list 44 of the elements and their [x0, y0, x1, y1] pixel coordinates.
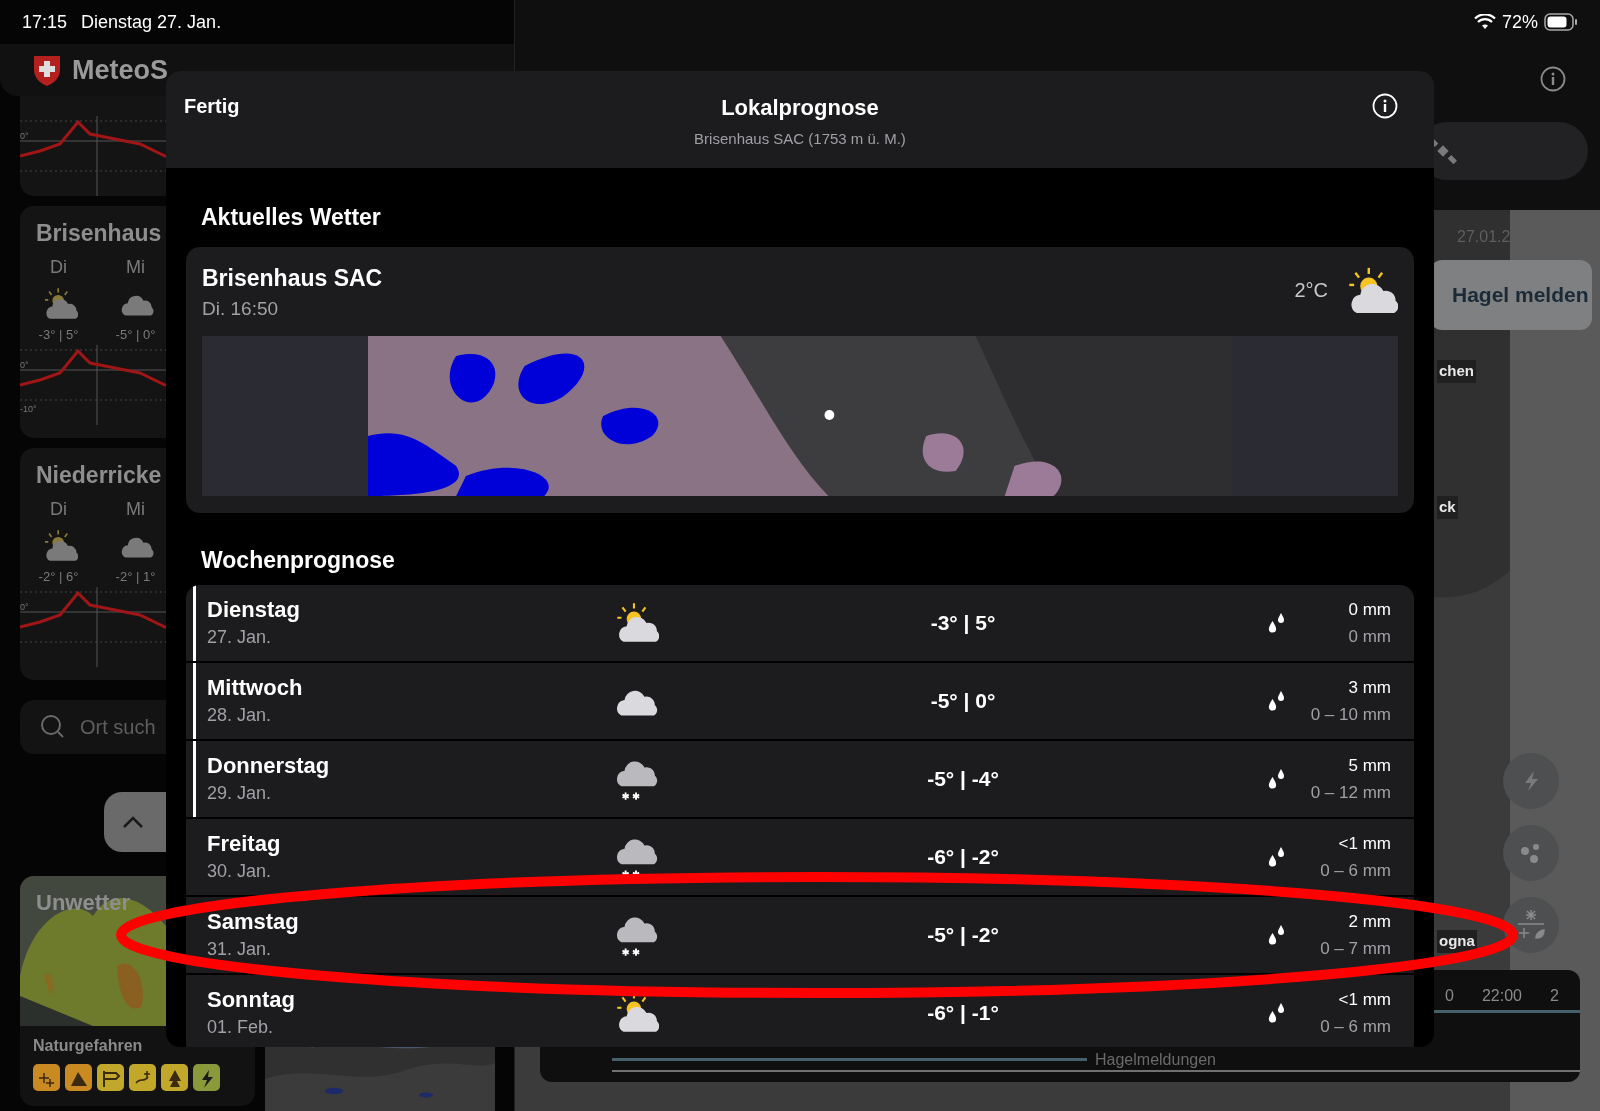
wifi-icon — [1473, 14, 1496, 30]
hazard-tile[interactable] — [65, 1064, 92, 1091]
day-name: Dienstag — [207, 596, 300, 624]
axis-label: 0° — [20, 600, 29, 614]
hazards-label: Naturgefahren — [33, 1036, 143, 1056]
observation-time: Di. 16:50 — [202, 297, 280, 321]
dialog-title: Lokalprognose — [721, 94, 879, 122]
axis-label: 0° — [20, 358, 29, 372]
dialog-subtitle: Brisenhaus SAC (1753 m ü. M.) — [694, 129, 906, 149]
section-heading: Wochenprognose — [201, 545, 395, 575]
status-date: Dienstag 27. Jan. — [81, 10, 222, 34]
chevron-up-icon — [122, 815, 144, 829]
day-label: Mi — [126, 498, 145, 521]
card-title: Brisenhaus — [35, 219, 162, 248]
day-date: 29. Jan. — [207, 782, 272, 805]
day-date: 27. Jan. — [207, 626, 272, 649]
section-heading: Aktuelles Wetter — [201, 203, 381, 232]
temperature-range: -2° | 1° — [115, 568, 156, 586]
day-label: Mi — [126, 256, 145, 279]
battery-percent: 72% — [1501, 10, 1538, 34]
app-title: MeteoS — [72, 53, 169, 87]
axis-label: -10° — [20, 402, 37, 416]
search-icon — [40, 714, 66, 740]
temperature-range: -2° | 6° — [38, 568, 79, 586]
hazard-tile[interactable] — [193, 1064, 220, 1091]
axis-label: 0° — [20, 130, 29, 143]
done-button[interactable]: Fertig — [184, 91, 240, 121]
temperature-range: -3° | 5° — [38, 326, 79, 344]
battery-icon — [1544, 13, 1578, 31]
day-label: Di — [50, 498, 67, 521]
card-title: Niederricke — [35, 461, 162, 490]
day-date: 28. Jan. — [207, 704, 272, 727]
temperature-range: -5° | 0° — [115, 326, 156, 344]
status-time: 17:15 — [22, 10, 68, 34]
snow-rain-icon — [1516, 908, 1546, 942]
card-title: Unwetter — [36, 889, 131, 917]
swiss-shield-icon — [32, 53, 62, 87]
day-name: Donnerstag — [207, 752, 330, 780]
day-name: Freitag — [207, 830, 281, 858]
day-label: Di — [50, 256, 67, 279]
station-name: Brisenhaus SAC — [202, 263, 383, 293]
timeline-tick: 2 — [1549, 986, 1559, 1006]
day-name: Mittwoch — [207, 674, 303, 702]
hazard-tile[interactable] — [97, 1064, 124, 1091]
